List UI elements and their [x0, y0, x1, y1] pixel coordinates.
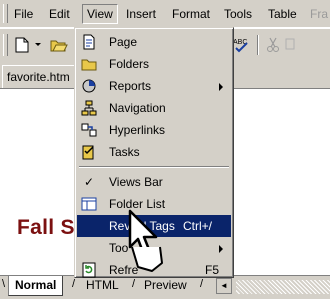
tasks-icon [81, 144, 97, 160]
new-dropdown-icon[interactable] [33, 35, 43, 55]
menu-frames[interactable]: Fra [306, 5, 330, 23]
menu-item-views-bar[interactable]: ✓ Views Bar [77, 171, 231, 193]
menu-item-navigation[interactable]: Navigation [77, 97, 231, 119]
menu-bar: File Edit View Insert Format Tools Table… [0, 0, 330, 28]
toolbar-grip[interactable] [3, 34, 8, 56]
horizontal-scrollbar[interactable] [236, 280, 330, 294]
menu-view[interactable]: View [82, 4, 118, 24]
document-tab[interactable]: favorite.htm [2, 65, 84, 88]
menu-file[interactable]: File [10, 5, 37, 23]
menu-item-reports[interactable]: Reports [77, 75, 231, 97]
folder-list-icon [81, 196, 97, 212]
menu-item-page[interactable]: Page [77, 31, 231, 53]
reports-icon [81, 78, 97, 94]
submenu-arrow-icon [219, 245, 223, 253]
hand-cursor-icon [128, 209, 163, 272]
menu-format[interactable]: Format [168, 5, 214, 23]
menu-item-tasks[interactable]: Tasks [77, 141, 231, 163]
menu-table[interactable]: Table [264, 5, 301, 23]
folder-icon [81, 56, 97, 72]
menu-edit[interactable]: Edit [45, 5, 74, 23]
tab-normal[interactable]: Normal [8, 276, 64, 296]
tab-divider-left: \ [2, 278, 6, 290]
page-icon [81, 34, 97, 50]
checkmark-icon: ✓ [83, 175, 95, 189]
tab-divider: / [72, 278, 76, 290]
toolbar-separator [257, 35, 259, 55]
menu-tools[interactable]: Tools [220, 5, 256, 23]
navigation-icon [81, 100, 97, 116]
menu-bar-grip[interactable] [3, 4, 8, 23]
open-folder-icon[interactable] [48, 35, 70, 55]
copy-icon[interactable] [284, 35, 298, 55]
new-page-icon[interactable] [12, 35, 32, 55]
hyperlinks-icon [81, 122, 97, 138]
menu-separator [79, 166, 229, 168]
menu-insert[interactable]: Insert [122, 5, 160, 23]
cut-icon[interactable] [264, 35, 282, 55]
refresh-icon [81, 262, 97, 278]
menu-item-hyperlinks[interactable]: Hyperlinks [77, 119, 231, 141]
page-heading: Fall S [17, 216, 75, 239]
submenu-arrow-icon [219, 83, 223, 91]
menu-item-folders[interactable]: Folders [77, 53, 231, 75]
